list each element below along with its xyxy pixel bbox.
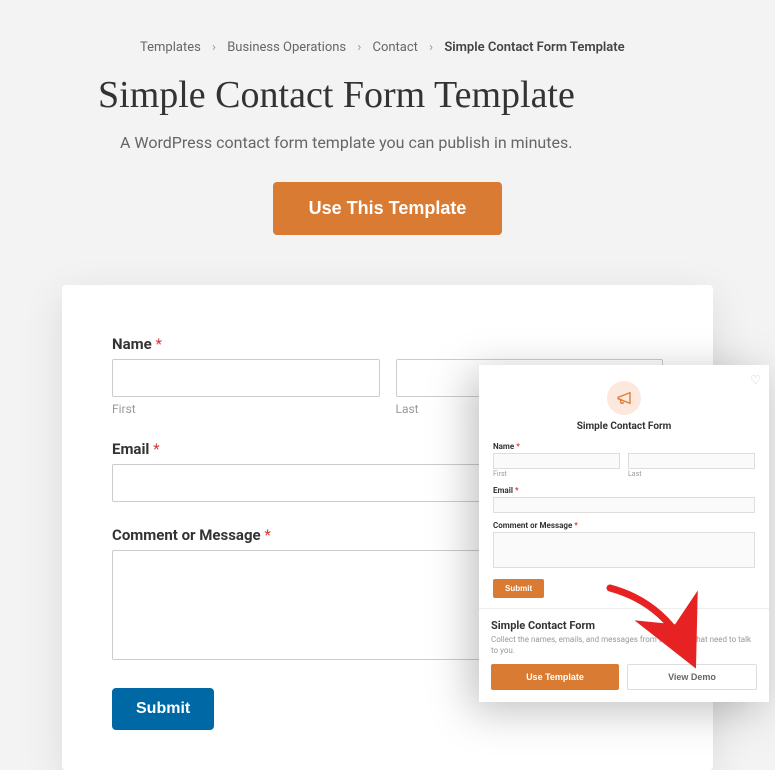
popup-title: Simple Contact Form bbox=[493, 421, 755, 432]
template-preview-popup: ♡ Simple Contact Form Name * First Last bbox=[479, 365, 769, 702]
popup-comment-label: Comment or Message * bbox=[493, 521, 755, 530]
first-name-input[interactable] bbox=[112, 359, 380, 397]
favorite-icon[interactable]: ♡ bbox=[750, 373, 761, 387]
popup-last-sublabel: Last bbox=[628, 470, 755, 478]
breadcrumb-sep: › bbox=[429, 40, 433, 55]
submit-button[interactable]: Submit bbox=[112, 688, 214, 730]
popup-card-desc: Collect the names, emails, and messages … bbox=[491, 635, 757, 656]
first-sublabel: First bbox=[112, 402, 380, 416]
popup-first-input[interactable] bbox=[493, 453, 620, 469]
breadcrumb-templates[interactable]: Templates bbox=[140, 40, 201, 55]
popup-comment-textarea[interactable] bbox=[493, 532, 755, 568]
popup-email-label: Email * bbox=[493, 486, 755, 495]
popup-last-input[interactable] bbox=[628, 453, 755, 469]
popup-email-input[interactable] bbox=[493, 497, 755, 513]
popup-view-demo-button[interactable]: View Demo bbox=[627, 664, 757, 690]
popup-use-template-button[interactable]: Use Template bbox=[491, 664, 619, 690]
breadcrumb-current: Simple Contact Form Template bbox=[444, 40, 624, 55]
breadcrumb-contact[interactable]: Contact bbox=[373, 40, 418, 55]
breadcrumb-sep: › bbox=[212, 40, 216, 55]
breadcrumb: Templates › Business Operations › Contac… bbox=[140, 40, 715, 55]
page-subtitle: A WordPress contact form template you ca… bbox=[120, 133, 715, 152]
required-mark: * bbox=[155, 335, 161, 353]
name-label: Name * bbox=[112, 335, 663, 353]
required-mark: * bbox=[153, 440, 159, 458]
popup-card-title: Simple Contact Form bbox=[491, 619, 757, 632]
popup-first-sublabel: First bbox=[493, 470, 620, 478]
use-this-template-button[interactable]: Use This Template bbox=[273, 182, 503, 235]
breadcrumb-sep: › bbox=[357, 40, 361, 55]
required-mark: * bbox=[264, 526, 270, 544]
breadcrumb-business[interactable]: Business Operations bbox=[227, 40, 346, 55]
popup-name-label: Name * bbox=[493, 442, 755, 451]
popup-submit-button[interactable]: Submit bbox=[493, 579, 544, 598]
page-title: Simple Contact Form Template bbox=[98, 73, 715, 117]
megaphone-icon bbox=[607, 381, 641, 415]
